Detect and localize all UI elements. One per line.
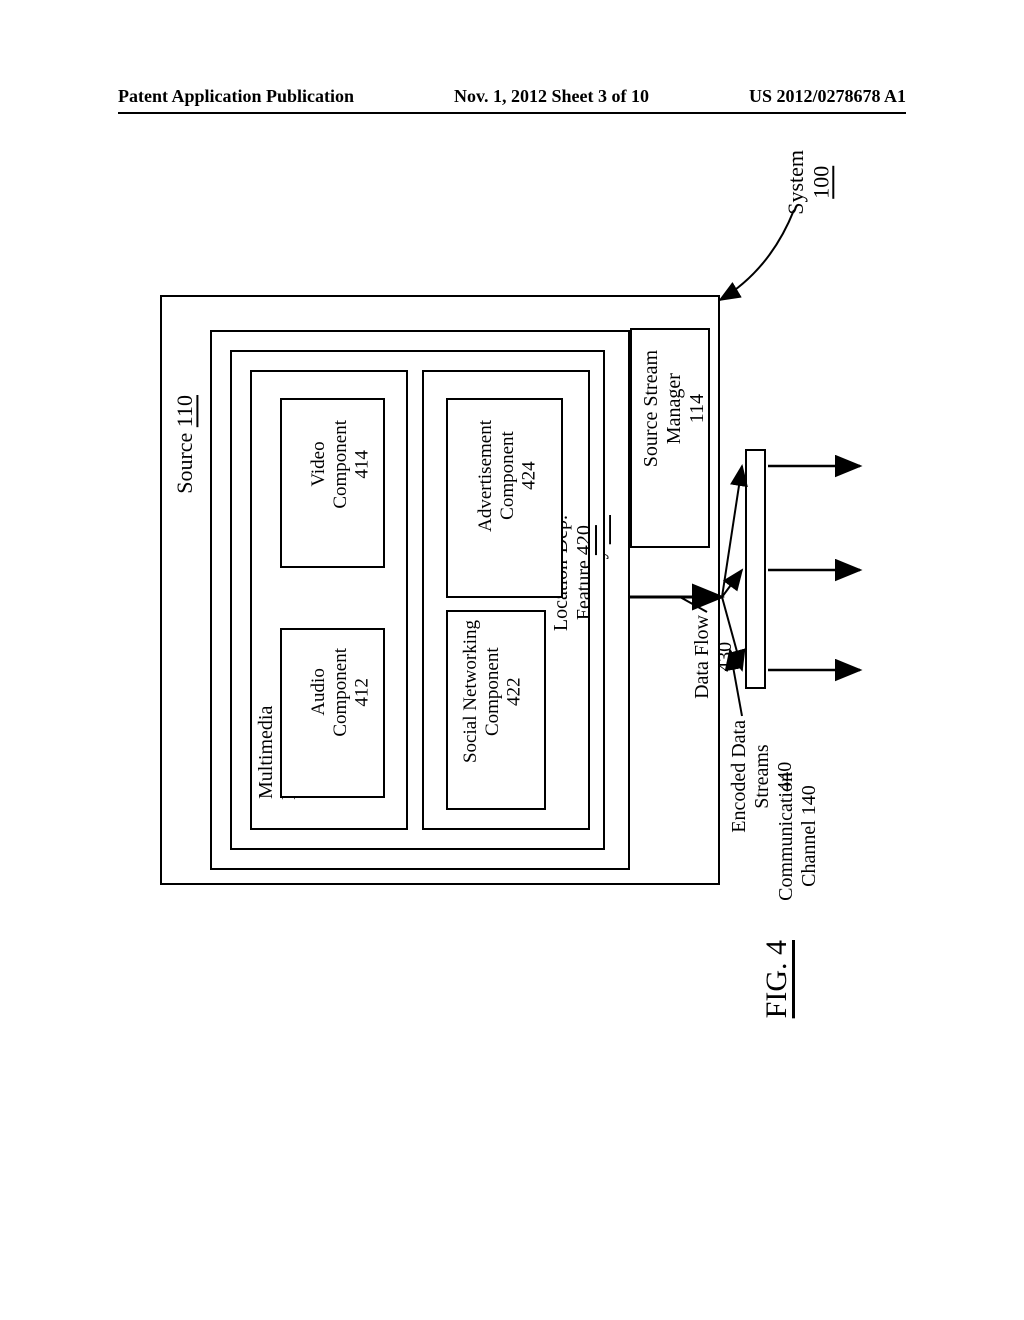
header-center: Nov. 1, 2012 Sheet 3 of 10 bbox=[454, 86, 649, 107]
header-rule bbox=[118, 112, 906, 114]
header-left: Patent Application Publication bbox=[118, 86, 354, 107]
header-right: US 2012/0278678 A1 bbox=[749, 86, 906, 107]
page-header: Patent Application Publication Nov. 1, 2… bbox=[0, 86, 1024, 107]
diagram: System 100 Source 110 Memory 112 Applica… bbox=[160, 150, 900, 1150]
arrows bbox=[160, 150, 900, 1150]
